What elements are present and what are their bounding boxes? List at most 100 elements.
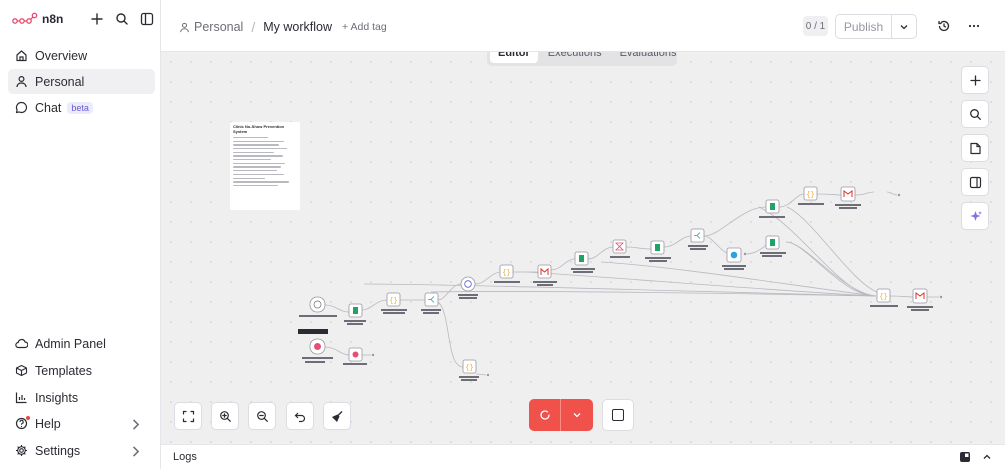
sidebar-item-label: Templates: [35, 363, 92, 378]
cloud-icon: [15, 338, 28, 349]
webhook-trigger-node[interactable]: [298, 329, 333, 363]
gmail-node[interactable]: [835, 186, 861, 209]
plus-icon[interactable]: [90, 12, 104, 26]
zoom-in-button[interactable]: [211, 402, 239, 430]
fit-view-button[interactable]: [174, 402, 202, 430]
bar-chart-icon: [15, 392, 27, 404]
tidy-up-button[interactable]: [323, 402, 351, 430]
person-icon: [16, 75, 27, 88]
sidebar-item-label: Settings: [35, 443, 81, 458]
sidebar-item-personal[interactable]: Personal: [8, 69, 155, 94]
chevron-down-icon: [900, 24, 908, 29]
code-node[interactable]: {}: [798, 186, 824, 205]
sidebar-item-label: Insights: [35, 390, 79, 405]
gear-icon: [16, 445, 27, 456]
stop-execution-button[interactable]: [602, 399, 634, 431]
add-tag-button[interactable]: + Add tag: [342, 21, 387, 33]
sidebar-item-label: Chat: [35, 100, 62, 115]
google-sheets-node[interactable]: [571, 251, 595, 273]
undo-button[interactable]: [286, 402, 314, 430]
chevron-up-icon[interactable]: [981, 451, 993, 463]
add-sticky-button[interactable]: [961, 134, 989, 162]
chevron-down-icon: [573, 413, 581, 418]
add-node-button[interactable]: [961, 66, 989, 94]
tab-executions[interactable]: Executions: [540, 52, 610, 63]
chat-bubble-icon: [15, 101, 28, 114]
svg-text:{}: {}: [502, 270, 510, 278]
notification-dot: [26, 416, 30, 420]
code-node[interactable]: {}: [494, 264, 520, 283]
tab-editor[interactable]: Editor: [490, 52, 538, 63]
sidebar-item-admin-panel[interactable]: Admin Panel: [8, 331, 155, 356]
breadcrumb-separator: /: [251, 19, 256, 35]
zoom-out-button[interactable]: [248, 402, 276, 430]
sidebar-toggle-icon[interactable]: [140, 12, 154, 26]
http-request-node[interactable]: [458, 276, 478, 299]
history-icon[interactable]: [937, 19, 951, 33]
schedule-trigger-node[interactable]: [299, 296, 337, 317]
breadcrumb: Personal / My workflow + Add tag: [179, 19, 387, 35]
n8n-logo-icon: [12, 12, 38, 24]
app-name: n8n: [42, 12, 64, 26]
if-node[interactable]: [421, 292, 441, 314]
publish-dropdown-button[interactable]: [892, 15, 916, 38]
logs-bar[interactable]: Logs: [161, 444, 1005, 469]
version-counter: 0 / 1: [803, 16, 828, 36]
pop-out-icon[interactable]: [959, 451, 971, 463]
sidebar-item-settings[interactable]: Settings: [8, 438, 155, 463]
sidebar-item-templates[interactable]: Templates: [8, 358, 155, 383]
sidebar-header: n8n: [12, 9, 154, 29]
gmail-node[interactable]: [533, 264, 557, 286]
telegram-node[interactable]: [722, 247, 746, 270]
broom-icon: [331, 410, 342, 422]
box-icon: [15, 364, 28, 377]
sticky-note-icon: [969, 142, 981, 154]
if-node[interactable]: [688, 228, 708, 250]
toggle-panel-button[interactable]: [961, 168, 989, 196]
publish-button-group: Publish: [835, 14, 917, 39]
sidebar-item-help[interactable]: Help: [8, 411, 155, 436]
stop-icon: [612, 409, 624, 421]
sidebar-item-label: Help: [35, 416, 61, 431]
execute-workflow-button[interactable]: [529, 399, 561, 431]
svg-text:{}: {}: [879, 294, 887, 302]
respond-webhook-node[interactable]: [343, 347, 367, 365]
n8n-logo[interactable]: n8n: [12, 12, 63, 26]
search-icon[interactable]: [115, 12, 129, 26]
gmail-node[interactable]: [907, 288, 933, 311]
plus-icon: [969, 74, 981, 86]
google-sheets-node[interactable]: [344, 303, 366, 325]
sidebar-item-label: Personal: [35, 74, 85, 89]
sidebar-item-chat[interactable]: Chat beta: [8, 95, 155, 120]
google-sheets-node[interactable]: [645, 240, 671, 262]
mode-tabs: Editor Executions Evaluations: [487, 52, 677, 66]
svg-text:{}: {}: [389, 298, 397, 306]
loading-spinner-icon: [539, 410, 550, 420]
search-nodes-button[interactable]: [961, 100, 989, 128]
execute-options-button[interactable]: [561, 399, 593, 431]
person-icon: [180, 22, 189, 32]
chevron-right-icon: [132, 419, 140, 430]
more-options-icon[interactable]: [967, 19, 981, 33]
publish-button[interactable]: Publish: [836, 15, 892, 38]
workflow-name[interactable]: My workflow: [263, 20, 332, 34]
ai-assistant-button[interactable]: [961, 202, 989, 230]
beta-badge: beta: [67, 101, 93, 114]
tab-evaluations[interactable]: Evaluations: [612, 52, 685, 63]
logs-label: Logs: [173, 451, 197, 463]
sidebar-item-overview[interactable]: Overview: [8, 43, 155, 68]
sidebar: n8n Overview Personal Chat beta Admin Pa…: [0, 0, 161, 469]
breadcrumb-project[interactable]: Personal: [194, 20, 243, 34]
sidebar-item-insights[interactable]: Insights: [8, 385, 155, 410]
sidebar-item-label: Overview: [35, 48, 88, 63]
sticky-note[interactable]: Clinic No-Show Prevention System: [230, 122, 300, 210]
top-bar: Personal / My workflow + Add tag 0 / 1 P…: [161, 0, 1005, 52]
wait-node[interactable]: [610, 239, 630, 258]
search-icon: [969, 108, 981, 120]
workflow-canvas[interactable]: {} {} {} {} {} Editor Executions Evaluat…: [161, 52, 1005, 444]
code-node[interactable]: {}: [381, 292, 407, 314]
sparkle-icon: [970, 210, 982, 221]
code-node[interactable]: {}: [870, 288, 898, 307]
code-node[interactable]: {}: [459, 359, 479, 381]
svg-text:{}: {}: [465, 365, 473, 373]
